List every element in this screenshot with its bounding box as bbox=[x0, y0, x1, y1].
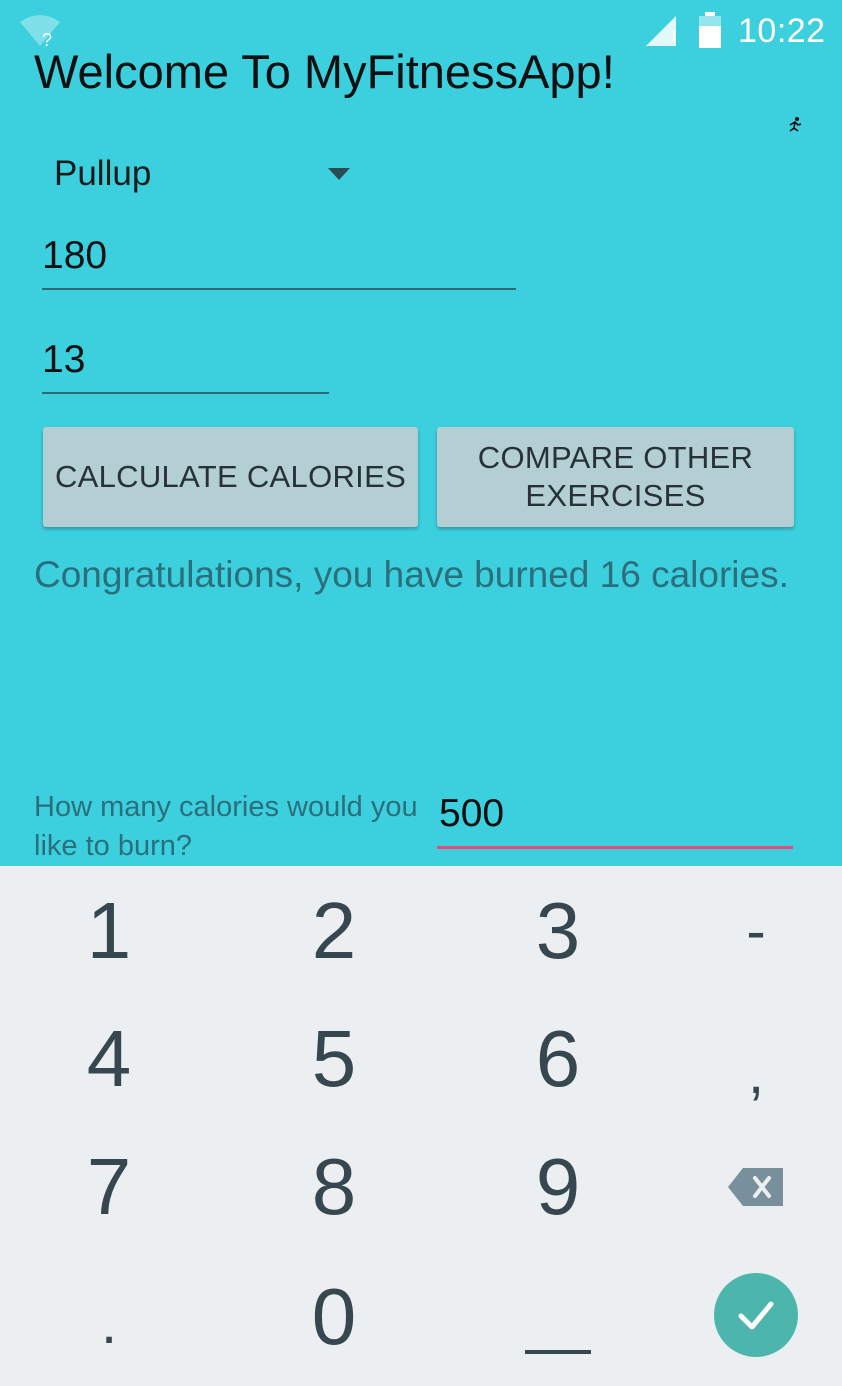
key-3[interactable]: 3 bbox=[453, 866, 663, 996]
exercise-dropdown[interactable]: Pullup bbox=[42, 146, 362, 204]
page-title: Welcome To MyFitnessApp! bbox=[34, 45, 615, 98]
exercise-dropdown-value: Pullup bbox=[54, 154, 152, 193]
status-time: 10:22 bbox=[738, 12, 826, 50]
reps-input-value: 13 bbox=[42, 338, 86, 381]
space-bar-icon bbox=[525, 1350, 591, 1354]
key-2[interactable]: 2 bbox=[229, 866, 439, 996]
key-period[interactable]: . bbox=[4, 1258, 214, 1386]
reps-input[interactable]: 13 bbox=[42, 336, 329, 394]
compare-other-exercises-button[interactable]: COMPARE OTHER EXERCISES bbox=[437, 427, 794, 527]
backspace-key[interactable] bbox=[651, 1122, 842, 1252]
battery-icon bbox=[699, 12, 721, 48]
runner-icon bbox=[789, 117, 802, 132]
dropdown-arrow-icon bbox=[328, 168, 350, 180]
signal-badge: ! bbox=[671, 26, 677, 48]
weight-input[interactable]: 180 bbox=[42, 232, 516, 290]
done-check-icon bbox=[714, 1273, 798, 1357]
calorie-goal-label: How many calories would you like to burn… bbox=[34, 791, 418, 862]
key-0[interactable]: 0 bbox=[229, 1252, 439, 1382]
key-comma[interactable]: , bbox=[651, 1008, 842, 1138]
backspace-icon bbox=[728, 1168, 783, 1206]
key-8[interactable]: 8 bbox=[229, 1122, 439, 1252]
signal-icon: ! bbox=[646, 16, 677, 48]
key-5[interactable]: 5 bbox=[229, 994, 439, 1124]
key-7[interactable]: 7 bbox=[4, 1122, 214, 1252]
weight-input-value: 180 bbox=[42, 234, 108, 277]
key-9[interactable]: 9 bbox=[453, 1122, 663, 1252]
calculate-calories-button[interactable]: CALCULATE CALORIES bbox=[43, 427, 418, 527]
wifi-icon: ? bbox=[20, 15, 60, 48]
key-1[interactable]: 1 bbox=[4, 866, 214, 996]
calorie-goal-input[interactable]: 500 bbox=[437, 790, 793, 849]
done-key[interactable] bbox=[651, 1250, 842, 1380]
key-minus[interactable]: - bbox=[651, 866, 842, 996]
result-text: Congratulations, you have burned 16 calo… bbox=[34, 554, 789, 595]
calorie-goal-value: 500 bbox=[439, 792, 505, 835]
key-6[interactable]: 6 bbox=[453, 994, 663, 1124]
numeric-keyboard: 1 2 3 - 4 5 6 , 7 8 9 . 0 bbox=[0, 866, 842, 1386]
key-4[interactable]: 4 bbox=[4, 994, 214, 1124]
space-key[interactable] bbox=[453, 1252, 663, 1382]
